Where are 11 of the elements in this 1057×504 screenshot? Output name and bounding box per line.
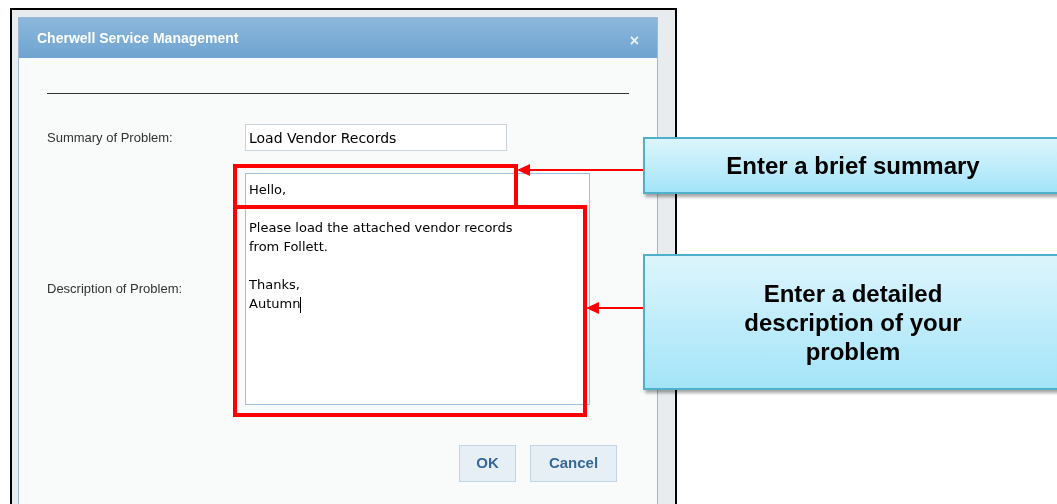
callout-text: Enter a detailed description of your problem xyxy=(743,278,963,366)
window-title: Cherwell Service Management xyxy=(37,28,239,48)
field-label: Summary of Problem: xyxy=(47,128,174,147)
summary-field[interactable]: Load Vendor Records xyxy=(245,124,507,151)
text-cursor xyxy=(300,296,302,313)
field-label: Description of Problem: xyxy=(47,280,184,299)
cancel-button[interactable]: Cancel xyxy=(530,445,617,482)
ok-button[interactable]: OK xyxy=(459,445,516,482)
arrow xyxy=(586,301,644,315)
callout-text: Enter a brief summary xyxy=(725,151,981,180)
description-field[interactable]: Hello, Please load the attached vendor records from Follett. Thanks, Autumn xyxy=(245,173,590,405)
